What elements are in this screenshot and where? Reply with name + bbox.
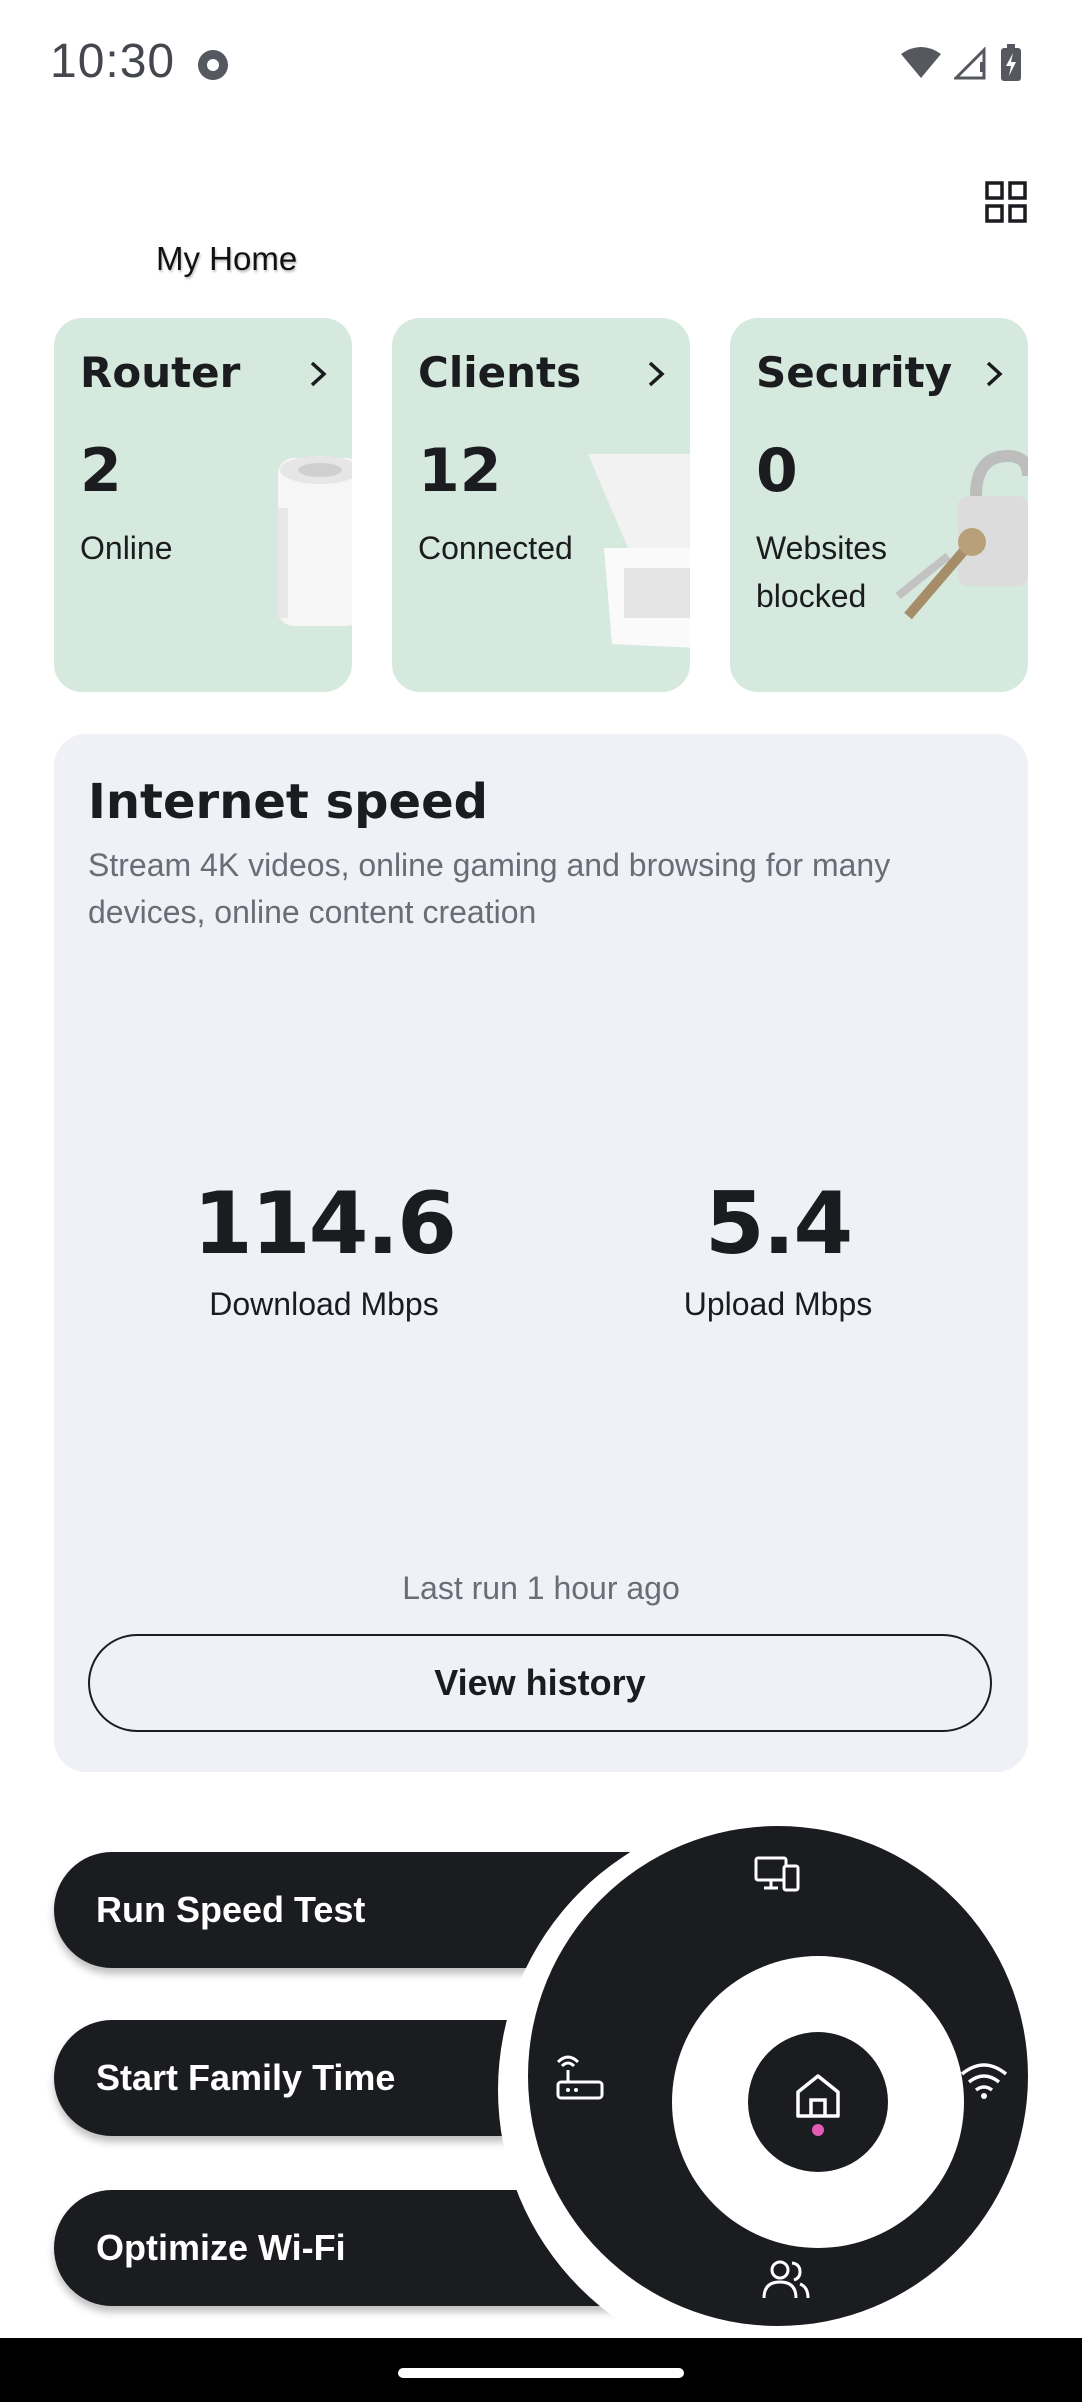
battery-icon (1001, 44, 1021, 81)
download-metric: 114.6 Download Mbps (124, 1174, 524, 1323)
upload-label: Upload Mbps (683, 1286, 873, 1322)
card-title: Router (80, 348, 241, 397)
card-value: 12 (418, 436, 502, 506)
grid-icon (985, 181, 1027, 223)
cell-signal-icon (954, 46, 986, 80)
card-value: 2 (80, 436, 122, 506)
chevron-right-icon (310, 361, 327, 387)
home-icon (796, 2074, 840, 2118)
wifi-icon[interactable] (958, 2054, 1010, 2106)
upload-metric: 5.4 Upload Mbps (578, 1174, 978, 1323)
security-card[interactable]: Security 0 Websites blocked (730, 318, 1028, 692)
speed-title: Internet speed (88, 774, 488, 830)
router-device-image (278, 456, 352, 626)
download-label: Download Mbps (209, 1286, 439, 1322)
grid-view-button[interactable] (984, 180, 1028, 224)
internet-speed-panel: Internet speed Stream 4K videos, online … (54, 734, 1028, 1772)
clients-card[interactable]: Clients 12 Connected (392, 318, 690, 692)
wifi-signal-icon (901, 47, 941, 78)
upload-value: 5.4 (704, 1174, 853, 1274)
card-label: Online (80, 530, 173, 566)
active-indicator-dot (812, 2124, 824, 2136)
radial-nav-ring (528, 1826, 1028, 2326)
page-title: My Home (156, 240, 298, 277)
status-icons (900, 44, 1022, 82)
card-title: Clients (418, 348, 582, 397)
chevron-right-icon (986, 361, 1003, 387)
chevron-right-icon (648, 361, 665, 387)
status-bar: 10:30 (0, 0, 1082, 130)
padlock-keys-image (895, 449, 1028, 620)
last-run-text: Last run 1 hour ago (402, 1570, 680, 1606)
download-value: 114.6 (192, 1174, 457, 1274)
card-title: Security (756, 348, 953, 397)
radial-nav (498, 1810, 1058, 2370)
speed-description: Stream 4K videos, online gaming and brow… (88, 847, 891, 930)
notification-icon (198, 50, 228, 80)
laptop-image (588, 454, 690, 648)
people-icon[interactable] (760, 2254, 812, 2306)
card-value: 0 (756, 436, 798, 506)
view-history-button[interactable]: View history (88, 1634, 992, 1732)
devices-icon[interactable] (752, 1850, 804, 1902)
router-icon[interactable] (554, 2054, 606, 2106)
router-card[interactable]: Router 2 Online (54, 318, 352, 692)
status-time: 10:30 (50, 35, 176, 88)
home-nav-button[interactable] (748, 2032, 888, 2172)
home-gesture-bar[interactable] (398, 2368, 684, 2378)
